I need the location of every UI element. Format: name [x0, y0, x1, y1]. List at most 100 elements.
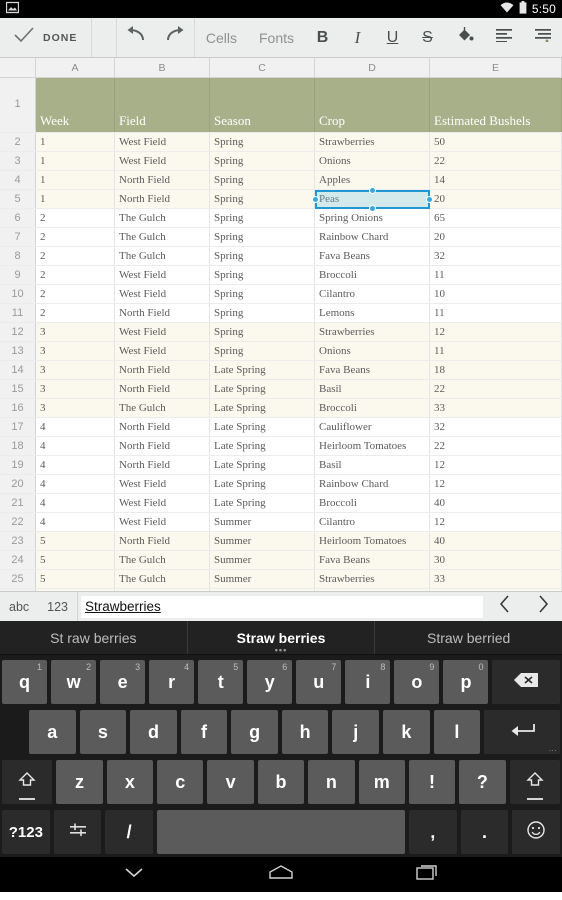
cell-week[interactable]: 4 [36, 437, 115, 455]
header-cell-field[interactable]: Field [115, 78, 210, 132]
key-d[interactable]: d [130, 710, 177, 754]
cell-week[interactable]: 4 [36, 456, 115, 474]
row-number[interactable]: 13 [0, 342, 36, 360]
cell-crop[interactable]: Fava Beans [315, 551, 430, 569]
cell-bushels[interactable]: 22 [430, 437, 562, 455]
hide-keyboard-button[interactable] [104, 865, 164, 884]
cell-week[interactable]: 5 [36, 570, 115, 588]
column-header-d[interactable]: D [315, 58, 430, 77]
key-e[interactable]: e3 [100, 660, 146, 704]
cell-crop[interactable]: Strawberries [315, 133, 430, 151]
next-cell-button[interactable] [524, 592, 562, 621]
header-cell-crop[interactable]: Crop [315, 78, 430, 132]
key-n[interactable]: n [308, 760, 355, 804]
table-row[interactable]: 13 3 West Field Spring Onions 11 [0, 342, 562, 361]
column-header-e[interactable]: E [430, 58, 562, 77]
table-row[interactable]: 14 3 North Field Late Spring Fava Beans 18 [0, 361, 562, 380]
table-row[interactable]: 8 2 The Gulch Spring Fava Beans 32 [0, 247, 562, 266]
cell-season[interactable]: Spring [210, 209, 315, 227]
table-row[interactable]: 25 5 The Gulch Summer Strawberries 33 [0, 570, 562, 589]
cell-field[interactable]: North Field [115, 361, 210, 379]
cell-season[interactable]: Summer [210, 513, 315, 531]
cell-season[interactable]: Spring [210, 228, 315, 246]
cell-field[interactable]: North Field [115, 171, 210, 189]
cell-field[interactable]: West Field [115, 266, 210, 284]
cell-week[interactable]: 3 [36, 380, 115, 398]
cell-bushels[interactable]: 18 [430, 361, 562, 379]
cell-bushels[interactable]: 65 [430, 209, 562, 227]
key-comma[interactable]: , [408, 810, 457, 854]
cell-crop[interactable]: Lemons [315, 304, 430, 322]
table-row[interactable]: 19 4 North Field Late Spring Basil 12 [0, 456, 562, 475]
cell-week[interactable]: 1 [36, 190, 115, 208]
cell-bushels[interactable]: 32 [430, 589, 562, 591]
cell-field[interactable]: North Field [115, 532, 210, 550]
cell-season[interactable]: Late Spring [210, 399, 315, 417]
cell-field[interactable]: West Field [115, 475, 210, 493]
cell-bushels[interactable]: 30 [430, 551, 562, 569]
cell-bushels[interactable]: 14 [430, 171, 562, 189]
key-c[interactable]: c [157, 760, 204, 804]
cell-bushels[interactable]: 20 [430, 190, 562, 208]
italic-button[interactable]: I [340, 18, 375, 57]
cell-field[interactable]: The Gulch [115, 228, 210, 246]
cell-week[interactable]: 3 [36, 361, 115, 379]
key-p[interactable]: p0 [443, 660, 489, 704]
cells-button[interactable]: Cells [195, 18, 248, 57]
abc-mode-button[interactable]: abc [0, 592, 38, 621]
table-row[interactable]: 4 1 North Field Spring Apples 14 [0, 171, 562, 190]
cell-bushels[interactable]: 12 [430, 475, 562, 493]
cell-crop[interactable]: Heirloom Tomatoes [315, 437, 430, 455]
cell-field[interactable]: The Gulch [115, 551, 210, 569]
key-z[interactable]: z [56, 760, 103, 804]
key-shift-left[interactable] [2, 760, 53, 804]
cell-crop[interactable]: Heirloom Tomatoes [315, 532, 430, 550]
redo-button[interactable] [156, 18, 195, 57]
cell-bushels[interactable]: 10 [430, 285, 562, 303]
cell-week[interactable]: 5 [36, 532, 115, 550]
cell-season[interactable]: Summer [210, 589, 315, 591]
key-k[interactable]: k [383, 710, 430, 754]
grid-corner[interactable] [0, 58, 36, 77]
cell-bushels[interactable]: 11 [430, 304, 562, 322]
row-number[interactable]: 25 [0, 570, 36, 588]
cell-field[interactable]: The Gulch [115, 570, 210, 588]
key-enter[interactable]: ... [484, 710, 560, 754]
table-row[interactable]: 9 2 West Field Spring Broccoli 11 [0, 266, 562, 285]
row-number[interactable]: 14 [0, 361, 36, 379]
table-row[interactable]: 21 4 West Field Late Spring Broccoli 40 [0, 494, 562, 513]
cell-field[interactable]: The Gulch [115, 399, 210, 417]
cell-season[interactable]: Spring [210, 171, 315, 189]
cell-season[interactable]: Summer [210, 570, 315, 588]
table-row[interactable]: 2 1 West Field Spring Strawberries 50 [0, 133, 562, 152]
table-row[interactable]: 22 4 West Field Summer Cilantro 12 [0, 513, 562, 532]
fonts-button[interactable]: Fonts [248, 18, 305, 57]
table-row[interactable]: 10 2 West Field Spring Cilantro 10 [0, 285, 562, 304]
cell-crop[interactable]: Basil [315, 456, 430, 474]
header-cell-week[interactable]: Week [36, 78, 115, 132]
cell-crop[interactable]: Spring Onions [315, 589, 430, 591]
table-row[interactable]: 5 1 North Field Spring Peas 20 [0, 190, 562, 209]
cell-season[interactable]: Spring [210, 152, 315, 170]
key-g[interactable]: g [231, 710, 278, 754]
key-t[interactable]: t5 [198, 660, 244, 704]
row-number[interactable]: 5 [0, 190, 36, 208]
row-number[interactable]: 26 [0, 589, 36, 591]
key-keyboard-settings[interactable] [53, 810, 102, 854]
cell-season[interactable]: Spring [210, 247, 315, 265]
cell-week[interactable]: 2 [36, 209, 115, 227]
cell-field[interactable]: West Field [115, 285, 210, 303]
cell-field[interactable]: North Field [115, 380, 210, 398]
cell-crop[interactable]: Broccoli [315, 399, 430, 417]
key-backspace[interactable] [492, 660, 561, 704]
cell-crop[interactable]: Rainbow Chard [315, 228, 430, 246]
cell-season[interactable]: Late Spring [210, 494, 315, 512]
cell-field[interactable]: North Field [115, 456, 210, 474]
row-number[interactable]: 20 [0, 475, 36, 493]
cell-week[interactable]: 2 [36, 304, 115, 322]
table-header-row[interactable]: 1 Week Field Season Crop Estimated Bushe… [0, 78, 562, 133]
cell-week[interactable]: 4 [36, 494, 115, 512]
key-x[interactable]: x [106, 760, 154, 804]
cell-crop[interactable]: Spring Onions [315, 209, 430, 227]
cell-field[interactable]: West Field [115, 323, 210, 341]
